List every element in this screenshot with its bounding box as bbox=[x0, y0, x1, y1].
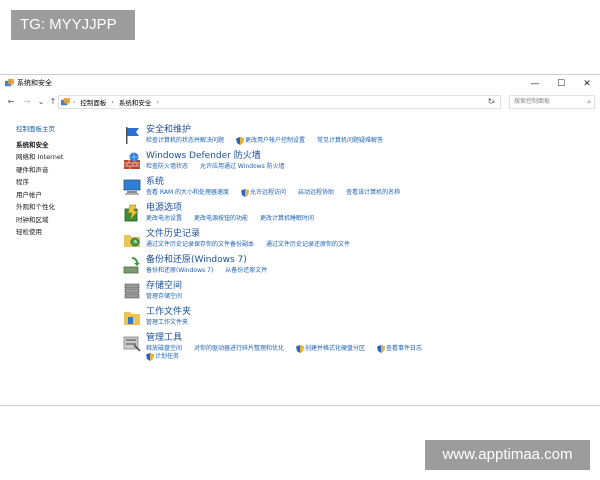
link-restore-from-backup[interactable]: 从备份还原文件 bbox=[225, 267, 267, 275]
link-allow-app[interactable]: 允许应用通过 Windows 防火墙 bbox=[200, 163, 285, 171]
minimize-button[interactable]: — bbox=[522, 75, 548, 93]
file-history-icon bbox=[124, 235, 140, 247]
category-title[interactable]: 工作文件夹 bbox=[146, 307, 191, 318]
link-sleep-time[interactable]: 更改计算机睡眠时间 bbox=[260, 215, 314, 223]
title-bar: 系统和安全 — ☐ ✕ bbox=[0, 75, 600, 93]
breadcrumb-control-panel[interactable]: 控制面板 bbox=[80, 97, 106, 107]
firewall-icon bbox=[124, 152, 140, 169]
link-manage-work-folders[interactable]: 管理工作文件夹 bbox=[146, 319, 188, 327]
category-backup-restore: 备份和还原(Windows 7) 备份和还原(Windows 7) 从备份还原文… bbox=[120, 253, 590, 279]
link-computer-name[interactable]: 查看该计算机的名称 bbox=[346, 189, 400, 197]
link-task-scheduler[interactable]: 计划任务 bbox=[155, 353, 179, 361]
link-defragment[interactable]: 对你的驱动器进行碎片整理和优化 bbox=[194, 345, 284, 353]
refresh-icon[interactable]: ↻ bbox=[486, 97, 496, 107]
category-title[interactable]: 管理工具 bbox=[146, 333, 182, 344]
link-restore-files[interactable]: 通过文件历史记录还原你的文件 bbox=[266, 241, 350, 249]
recent-dropdown-icon[interactable]: ⌄ bbox=[36, 97, 46, 107]
link-check-status[interactable]: 检查计算机的状态并解决问题 bbox=[146, 137, 224, 145]
uac-shield-icon bbox=[377, 345, 386, 353]
watermark-top: TG: MYYJJPP bbox=[11, 10, 135, 40]
category-firewall: Windows Defender 防火墙 检查防火墙状态 允许应用通过 Wind… bbox=[120, 149, 590, 175]
link-battery-settings[interactable]: 更改电池设置 bbox=[146, 215, 182, 223]
control-panel-window: 系统和安全 — ☐ ✕ ← → ⌄ ↑ › 控制面板 › 系统和安全 › ⌄ ↻… bbox=[0, 74, 600, 406]
close-button[interactable]: ✕ bbox=[574, 75, 600, 93]
sidebar-item-appearance[interactable]: 外观和个性化 bbox=[16, 201, 116, 214]
uac-shield-icon bbox=[241, 189, 250, 197]
link-uac-settings[interactable]: 更改用户帐户控制设置 bbox=[245, 137, 305, 145]
link-view-ram[interactable]: 查看 RAM 的大小和处理器速度 bbox=[146, 189, 229, 197]
link-backup-restore[interactable]: 备份和还原(Windows 7) bbox=[146, 267, 213, 275]
category-security-maintenance: 安全和维护 检查计算机的状态并解决问题 更改用户帐户控制设置 常见计算机问题疑难… bbox=[120, 123, 590, 149]
uac-shield-icon bbox=[146, 353, 154, 361]
breadcrumb[interactable]: › 控制面板 › 系统和安全 › ⌄ bbox=[58, 95, 501, 109]
category-storage-spaces: 存储空间 管理存储空间 bbox=[120, 279, 590, 305]
category-title[interactable]: 系统 bbox=[146, 177, 164, 188]
backup-restore-icon bbox=[123, 257, 140, 274]
search-input[interactable]: 搜索控制面板 ⌕ bbox=[509, 95, 595, 109]
link-remote-assist[interactable]: 启动远程协助 bbox=[298, 189, 334, 197]
sidebar-home-link[interactable]: 控制面板主页 bbox=[16, 123, 116, 136]
sidebar-item-user-accounts[interactable]: 用户帐户 bbox=[16, 189, 116, 202]
category-system: 系统 查看 RAM 的大小和处理器速度 允许远程访问 启动远程协助 查看该计算机… bbox=[120, 175, 590, 201]
up-arrow-icon[interactable]: ↑ bbox=[48, 97, 58, 107]
computer-icon bbox=[123, 179, 141, 195]
work-folders-icon bbox=[124, 312, 140, 325]
link-free-disk-space[interactable]: 释放磁盘空间 bbox=[146, 345, 182, 353]
link-troubleshoot[interactable]: 常见计算机问题疑难解答 bbox=[317, 137, 383, 145]
link-firewall-status[interactable]: 检查防火墙状态 bbox=[146, 163, 188, 171]
category-work-folders: 工作文件夹 管理工作文件夹 bbox=[120, 305, 590, 331]
sidebar-item-hardware[interactable]: 硬件和声音 bbox=[16, 164, 116, 177]
category-admin-tools: 管理工具 释放磁盘空间 对你的驱动器进行碎片整理和优化 创建并格式化硬盘分区 查… bbox=[120, 331, 590, 363]
link-create-partition[interactable]: 创建并格式化硬盘分区 bbox=[305, 345, 365, 353]
flag-icon bbox=[126, 127, 139, 144]
uac-shield-icon bbox=[296, 345, 305, 353]
sidebar-item-ease-of-access[interactable]: 轻松使用 bbox=[16, 226, 116, 239]
breadcrumb-system-security[interactable]: 系统和安全 bbox=[119, 97, 152, 107]
category-title[interactable]: 安全和维护 bbox=[146, 125, 191, 136]
sidebar-item-clock-region[interactable]: 时钟和区域 bbox=[16, 214, 116, 227]
forward-arrow-icon[interactable]: → bbox=[22, 97, 32, 107]
sidebar-item-network[interactable]: 网络和 Internet bbox=[16, 151, 116, 164]
category-file-history: 文件历史记录 通过文件历史记录保存你的文件备份副本 通过文件历史记录还原你的文件 bbox=[120, 227, 590, 253]
search-icon[interactable]: ⌕ bbox=[587, 96, 591, 108]
address-bar: ← → ⌄ ↑ › 控制面板 › 系统和安全 › ⌄ ↻ 搜索控制面板 ⌕ bbox=[0, 93, 600, 111]
link-power-button[interactable]: 更改电源按钮的功能 bbox=[194, 215, 248, 223]
watermark-bottom: www.apptimaa.com bbox=[425, 440, 590, 470]
chevron-right-icon: › bbox=[156, 98, 159, 106]
link-manage-storage[interactable]: 管理存储空间 bbox=[146, 293, 182, 301]
control-panel-icon bbox=[5, 79, 14, 87]
window-title: 系统和安全 bbox=[17, 79, 52, 87]
storage-spaces-icon bbox=[124, 283, 140, 299]
sidebar-item-system-security[interactable]: 系统和安全 bbox=[16, 139, 116, 152]
category-title[interactable]: 电源选项 bbox=[146, 203, 182, 214]
link-save-backup[interactable]: 通过文件历史记录保存你的文件备份副本 bbox=[146, 241, 254, 249]
sidebar-item-programs[interactable]: 程序 bbox=[16, 176, 116, 189]
maximize-button[interactable]: ☐ bbox=[548, 75, 574, 93]
control-panel-icon bbox=[61, 97, 70, 105]
sidebar: 控制面板主页 系统和安全 网络和 Internet 硬件和声音 程序 用户帐户 … bbox=[16, 123, 116, 239]
link-remote-access[interactable]: 允许远程访问 bbox=[250, 189, 286, 197]
category-title[interactable]: 备份和还原(Windows 7) bbox=[146, 255, 247, 266]
category-title[interactable]: Windows Defender 防火墙 bbox=[146, 151, 261, 162]
category-title[interactable]: 文件历史记录 bbox=[146, 229, 200, 240]
search-placeholder: 搜索控制面板 bbox=[514, 98, 551, 105]
category-list: 安全和维护 检查计算机的状态并解决问题 更改用户帐户控制设置 常见计算机问题疑难… bbox=[120, 123, 590, 363]
category-power: 电源选项 更改电池设置 更改电源按钮的功能 更改计算机睡眠时间 bbox=[120, 201, 590, 227]
category-title[interactable]: 存储空间 bbox=[146, 281, 182, 292]
power-options-icon bbox=[124, 204, 139, 222]
chevron-right-icon: › bbox=[73, 98, 76, 106]
admin-tools-icon bbox=[123, 336, 141, 352]
uac-shield-icon bbox=[236, 137, 245, 145]
link-event-log[interactable]: 查看事件日志 bbox=[386, 345, 422, 353]
back-arrow-icon[interactable]: ← bbox=[6, 97, 16, 107]
chevron-right-icon: › bbox=[111, 98, 114, 106]
